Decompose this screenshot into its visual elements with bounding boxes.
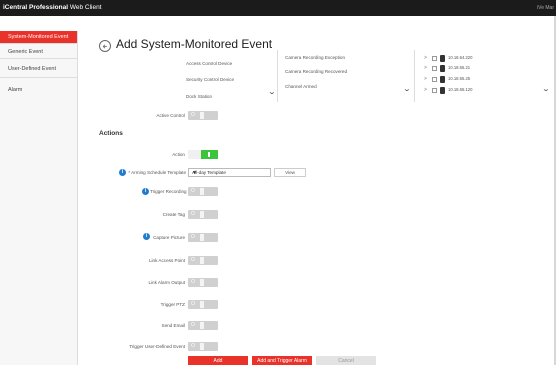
checkbox[interactable] [432,56,437,61]
app-title: iCentral Professional Web Client [3,4,102,11]
actions-title: Actions [99,130,123,137]
capture-picture-toggle[interactable]: O [188,233,218,242]
toggle-on-mark [208,152,210,157]
page-title: Add System-Monitored Event [116,37,273,51]
trigger-ptz-toggle[interactable]: O [188,300,218,309]
send-email-label: Send Email [161,323,186,328]
list-item[interactable]: Camera Recording Exception [285,55,345,60]
toggle-text: O [191,343,195,349]
camera-icon [440,65,445,72]
info-icon[interactable]: i [119,169,126,176]
capture-picture-label: Capture Picture [153,235,185,240]
info-icon[interactable]: i [142,188,149,195]
link-access-point-label: Link Access Point [148,258,185,263]
toggle-knob [200,112,204,119]
sidebar-item-user-defined-event[interactable]: User-Defined Event [0,63,77,75]
toggle-knob [200,234,204,241]
camera-label: 10.18.65.25 [448,76,471,81]
camera-label: 10.18.65.120 [448,87,473,92]
user-menu[interactable]: iVe Mar [537,5,554,11]
toggle-knob [200,343,204,350]
toggle-knob [200,211,204,218]
list-item[interactable]: Dock Station [186,94,212,99]
create-tag-toggle[interactable]: O [188,210,218,219]
toggle-knob [200,188,204,195]
link-access-point-toggle[interactable]: O [188,256,218,265]
camera-icon [440,55,445,62]
sidebar-item-alarm[interactable]: Alarm [0,84,77,96]
active-control-label: Active Control [156,113,185,118]
trigger-recording-label: Trigger Recording [150,189,187,194]
toggle-text: O [191,279,195,285]
active-control-toggle[interactable]: O [188,111,218,120]
expand-icon[interactable]: > [424,65,427,71]
send-email-toggle[interactable]: O [188,321,218,330]
toggle-text: O [191,211,195,217]
view-button[interactable]: View [274,168,306,177]
checkbox[interactable] [432,77,437,82]
trigger-ptz-label: Trigger PTZ [160,302,185,307]
create-tag-label: Create Tag [162,212,185,217]
divider [0,77,77,78]
toggle-knob [200,322,204,329]
divider [0,43,77,44]
trigger-recording-toggle[interactable]: O [188,187,218,196]
list-item[interactable]: Access Control Device [186,61,232,66]
back-icon[interactable] [99,40,111,52]
sidebar-item-system-monitored-event[interactable]: System-Monitored Event [0,31,77,43]
trigger-user-defined-event-label: Trigger User-Defined Event [129,344,185,349]
arming-schedule-label: * Arming Schedule Template [128,170,186,175]
camera-icon [440,87,445,94]
action-toggle[interactable] [188,150,218,159]
divider [0,58,77,59]
toggle-knob [200,257,204,264]
chevron-down-icon[interactable]: ⌄ [268,88,277,96]
list-item[interactable]: Channel Armed [285,84,317,89]
toggle-text: O [191,234,195,240]
add-and-trigger-button[interactable]: Add and Trigger Alarm [252,356,312,365]
action-label: Action [172,152,185,157]
list-item[interactable]: Camera Recording Recovered [285,69,347,74]
checkbox[interactable] [432,66,437,71]
link-alarm-output-label: Link Alarm Output [148,280,185,285]
cancel-button[interactable]: Cancel [316,356,376,365]
toggle-text: O [191,322,195,328]
arming-schedule-select[interactable]: All-day Template ▼ [188,168,271,177]
toggle-text: O [191,188,195,194]
info-icon[interactable]: i [143,233,150,240]
camera-tree[interactable] [418,50,553,102]
toggle-text: O [191,301,195,307]
link-alarm-output-toggle[interactable]: O [188,278,218,287]
sidebar: System-Monitored Event Generic Event Use… [0,31,78,365]
source-type-list[interactable]: Access Control Device Security Control D… [178,50,278,102]
list-item[interactable]: Security Control Device [186,77,234,82]
caret-down-icon: ▼ [192,170,197,176]
camera-label: 10.18.65.21 [448,65,471,70]
toggle-knob [200,301,204,308]
event-type-list[interactable]: Camera Recording Exception Camera Record… [280,50,415,102]
top-bar: iCentral Professional Web Client iVe Mar [0,0,556,16]
toggle-on-fill [201,150,218,159]
expand-icon[interactable]: > [424,55,427,61]
checkbox[interactable] [432,88,437,93]
expand-icon[interactable]: > [424,87,427,93]
chevron-down-icon[interactable]: ⌄ [542,85,551,93]
camera-label: 10.18.64.220 [448,55,473,60]
expand-icon[interactable]: > [424,76,427,82]
trigger-user-defined-event-toggle[interactable]: O [188,342,218,351]
toggle-text: O [191,257,195,263]
toggle-text: O [191,112,195,118]
camera-icon [440,76,445,83]
toggle-knob [200,279,204,286]
chevron-down-icon[interactable]: ⌄ [403,85,412,93]
add-button[interactable]: Add [188,356,248,365]
sidebar-item-generic-event[interactable]: Generic Event [0,46,77,58]
